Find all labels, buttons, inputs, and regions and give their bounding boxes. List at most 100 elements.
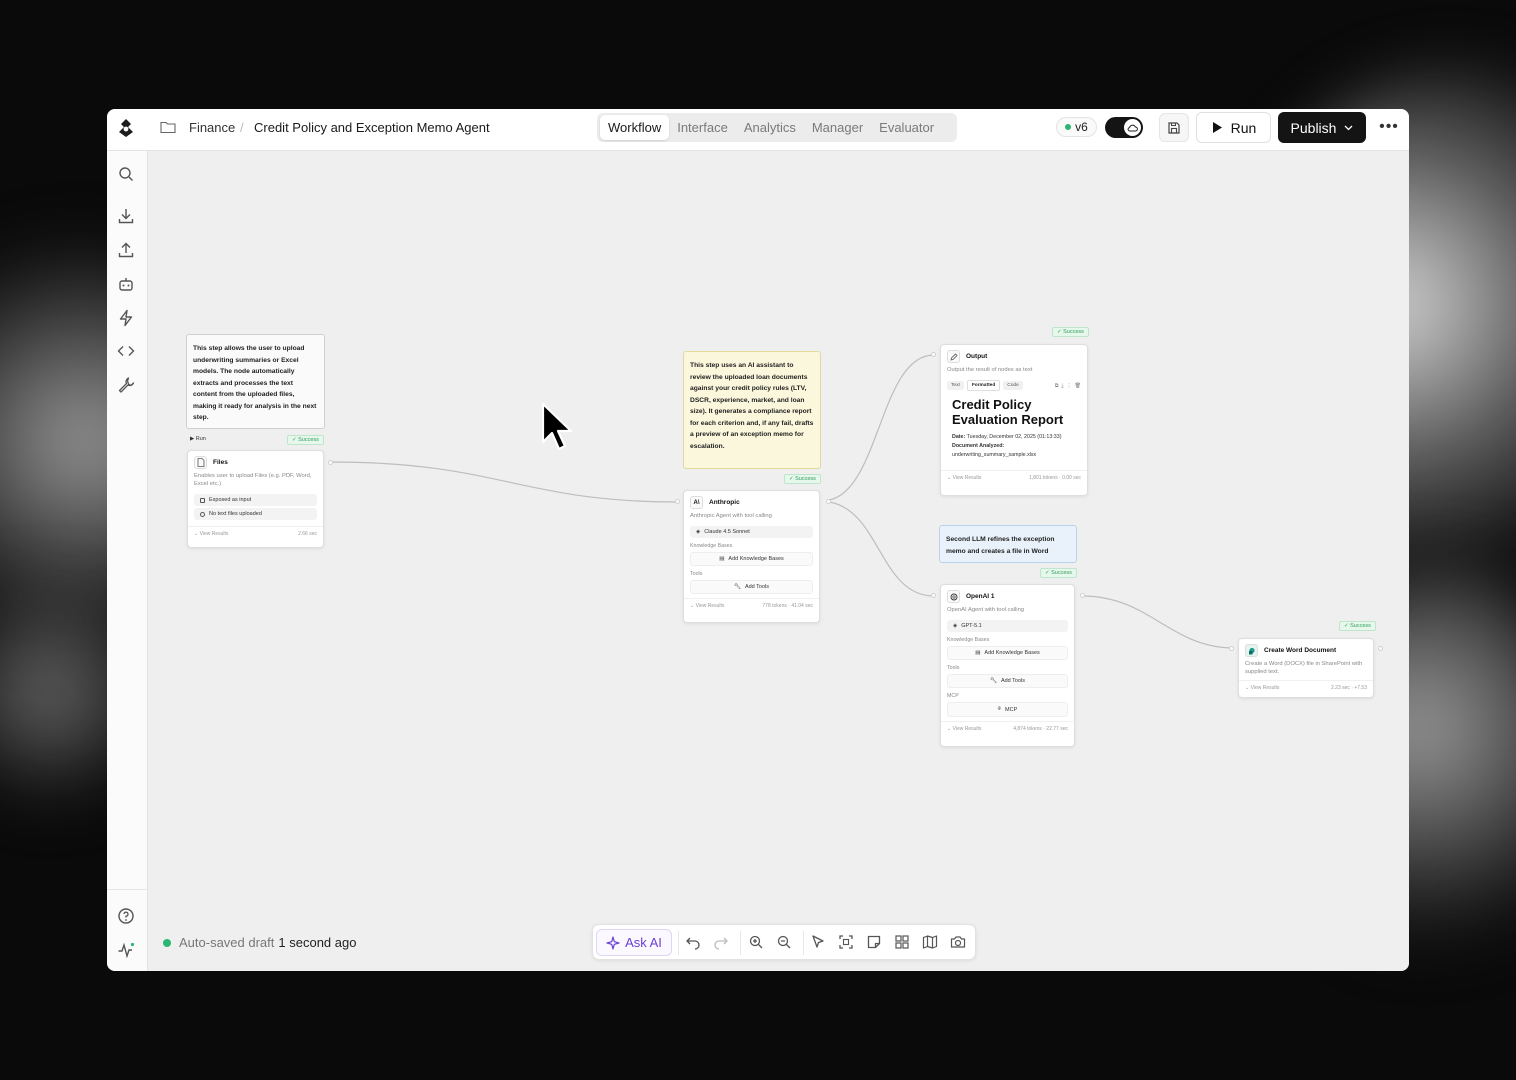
files-node[interactable]: Files Enables user to upload Files (e.g.… — [187, 450, 324, 548]
download-small-icon[interactable]: ⤓ — [1061, 383, 1063, 389]
output-tab-text[interactable]: Text — [947, 381, 964, 390]
word-node[interactable]: Create Word Document Create a Word (DOCX… — [1238, 638, 1374, 698]
zoom-in-icon[interactable] — [748, 934, 764, 950]
model-icon: ◈ — [696, 529, 701, 535]
trash-icon[interactable]: 🗑︎ — [1075, 383, 1081, 389]
search-icon[interactable] — [117, 165, 135, 183]
ask-ai-label: Ask AI — [625, 935, 662, 950]
output-tab-formatted[interactable]: Formatted — [966, 380, 1001, 391]
anthropic-view-results-label: View Results — [695, 603, 725, 609]
pencil-icon — [947, 350, 960, 363]
word-input-handle[interactable] — [1229, 646, 1234, 651]
output-tab-code[interactable]: Code — [1003, 381, 1023, 390]
output-node-footer: ⌄ View Results 1,801 tokens · 0.00 sec — [941, 470, 1087, 485]
openai-note[interactable]: Second LLM refines the exception memo an… — [939, 525, 1077, 563]
openai-mcp-label: MCP — [947, 693, 959, 699]
redo-icon[interactable] — [713, 934, 729, 950]
copy-icon[interactable]: ⧉ — [1055, 383, 1059, 389]
anthropic-run-stats: 778 tokens · 41.04 sec — [762, 603, 813, 609]
tab-interface[interactable]: Interface — [669, 115, 736, 140]
word-node-desc: Create a Word (DOCX) file in SharePoint … — [1245, 661, 1363, 675]
workflow-title[interactable]: Credit Policy and Exception Memo Agent — [254, 120, 490, 135]
output-node-title: Output — [966, 353, 988, 360]
version-badge[interactable]: v6 — [1056, 117, 1097, 137]
anthropic-node-title: Anthropic — [709, 499, 740, 506]
database-icon: ▤ — [975, 650, 981, 656]
activity-icon[interactable] — [117, 941, 135, 959]
files-node-footer: ⌄ View Results 2.66 sec — [188, 526, 323, 541]
openai-view-results[interactable]: ⌄ View Results — [947, 726, 981, 732]
files-output-handle[interactable] — [328, 460, 333, 465]
files-view-results-label: View Results — [199, 531, 229, 537]
breadcrumb-folder[interactable]: Finance — [189, 120, 235, 135]
word-view-results[interactable]: ⌄ View Results — [1245, 685, 1279, 691]
openai-logo-icon — [947, 590, 960, 603]
chevron-down-icon — [1344, 125, 1353, 130]
save-button[interactable] — [1159, 113, 1189, 142]
breadcrumb-separator: / — [240, 120, 244, 135]
deploy-toggle[interactable] — [1105, 117, 1143, 138]
tab-evaluator[interactable]: Evaluator — [871, 115, 942, 140]
openai-input-handle[interactable] — [931, 593, 936, 598]
tab-analytics[interactable]: Analytics — [736, 115, 804, 140]
anthropic-node[interactable]: A\ Anthropic Anthropic Agent with tool c… — [683, 490, 820, 623]
openai-node[interactable]: OpenAI 1 OpenAI Agent with tool calling … — [940, 584, 1075, 747]
openai-add-kb-button[interactable]: ▤ Add Knowledge Bases — [947, 646, 1068, 660]
openai-add-kb-label: Add Knowledge Bases — [984, 650, 1040, 656]
openai-mcp-button[interactable]: ⌾ MCP — [947, 702, 1068, 717]
more-options-icon[interactable]: ••• — [1377, 118, 1401, 136]
anthropic-view-results[interactable]: ⌄ View Results — [690, 603, 724, 609]
save-icon — [1168, 121, 1180, 134]
anthropic-input-handle[interactable] — [675, 499, 680, 504]
code-icon[interactable] — [117, 342, 135, 360]
grid-icon[interactable] — [894, 934, 910, 950]
help-icon[interactable] — [117, 907, 135, 925]
openai-output-handle[interactable] — [1080, 593, 1085, 598]
toolbar-divider — [740, 931, 741, 955]
run-button[interactable]: Run — [1196, 112, 1271, 143]
map-icon[interactable] — [922, 934, 938, 950]
bot-icon[interactable] — [117, 275, 135, 293]
anthropic-output-handle[interactable] — [826, 499, 831, 504]
word-node-title: Create Word Document — [1264, 647, 1337, 654]
output-status-badge: ✓ Success — [1052, 327, 1089, 337]
camera-icon[interactable] — [950, 934, 966, 950]
files-run-link[interactable]: ▶ Run — [190, 436, 206, 442]
openai-model-select[interactable]: ◈ GPT-5.1 — [947, 620, 1068, 632]
ask-ai-button[interactable]: Ask AI — [596, 929, 672, 956]
files-note[interactable]: This step allows the user to upload unde… — [186, 334, 325, 429]
tab-workflow[interactable]: Workflow — [600, 115, 670, 140]
more-vertical-icon[interactable]: ⋮ — [1067, 383, 1072, 389]
report-title: Credit Policy Evaluation Report — [952, 397, 1064, 427]
output-format-tabs: Text Formatted Code ⧉ ⤓ ⋮ 🗑︎ — [941, 378, 1087, 393]
exposed-input-checkbox[interactable]: Exposed as input — [194, 494, 317, 506]
sticky-note-icon[interactable] — [866, 934, 882, 950]
toolbar-divider — [803, 931, 804, 955]
bolt-icon[interactable] — [117, 309, 135, 327]
word-output-handle[interactable] — [1378, 646, 1383, 651]
anthropic-model-select[interactable]: ◈ Claude 4.5 Sonnet — [690, 526, 813, 538]
wrench-small-icon: 🔧︎ — [989, 678, 997, 684]
output-view-results[interactable]: ⌄ View Results — [947, 475, 981, 481]
download-icon[interactable] — [117, 207, 135, 225]
openai-view-results-label: View Results — [952, 726, 982, 732]
publish-button[interactable]: Publish — [1278, 112, 1366, 143]
output-node[interactable]: Output Output the result of nodes as tex… — [940, 344, 1088, 496]
wrench-icon[interactable] — [117, 376, 135, 394]
fit-view-icon[interactable] — [838, 934, 854, 950]
output-input-handle[interactable] — [931, 352, 936, 357]
anthropic-add-kb-button[interactable]: ▤ Add Knowledge Bases — [690, 552, 813, 566]
undo-icon[interactable] — [685, 934, 701, 950]
anthropic-add-tools-button[interactable]: 🔧︎ Add Tools — [690, 580, 813, 594]
files-run-label: Run — [195, 436, 206, 442]
tab-manager[interactable]: Manager — [804, 115, 871, 140]
folder-icon — [160, 121, 176, 134]
app-logo-icon[interactable] — [115, 117, 137, 139]
pointer-icon[interactable] — [810, 934, 826, 950]
anthropic-note[interactable]: This step uses an AI assistant to review… — [683, 351, 821, 469]
files-view-results[interactable]: ⌄ View Results — [194, 531, 228, 537]
openai-add-tools-button[interactable]: 🔧︎ Add Tools — [947, 674, 1068, 688]
zoom-out-icon[interactable] — [776, 934, 792, 950]
upload-icon[interactable] — [117, 241, 135, 259]
anthropic-kb-label: Knowledge Bases — [690, 543, 733, 549]
